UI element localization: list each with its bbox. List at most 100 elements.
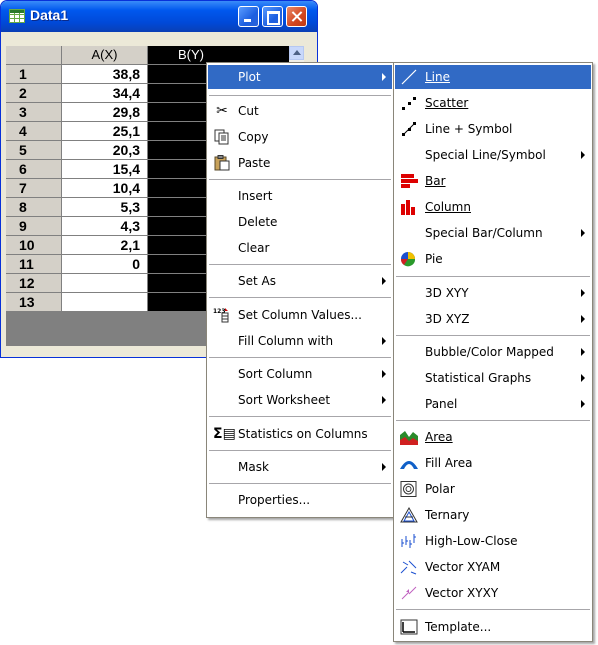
- menu-separator: [209, 416, 391, 417]
- menu-separator: [209, 450, 391, 451]
- submenu-arrow-icon: [581, 400, 585, 408]
- menu-item-line-symbol[interactable]: Line + Symbol: [395, 117, 591, 141]
- menu-item-label: Fill Column with: [238, 334, 334, 348]
- menu-item-paste[interactable]: Paste: [208, 151, 392, 175]
- cell-a[interactable]: 10,4: [62, 179, 148, 198]
- title-bar[interactable]: Data1: [1, 1, 317, 32]
- column-header-a[interactable]: A(X): [62, 46, 148, 65]
- corner-header[interactable]: [6, 46, 62, 65]
- menu-item-mask[interactable]: Mask: [208, 455, 392, 479]
- menu-item-delete[interactable]: Delete: [208, 210, 392, 234]
- cell-a[interactable]: 15,4: [62, 160, 148, 179]
- menu-item-high-low-close[interactable]: High-Low-Close: [395, 529, 591, 553]
- menu-item-special-line-symbol[interactable]: Special Line/Symbol: [395, 143, 591, 167]
- submenu-arrow-icon: [382, 463, 386, 471]
- menu-item-cut[interactable]: ✂ Cut: [208, 99, 392, 123]
- menu-item-panel[interactable]: Panel: [395, 392, 591, 416]
- submenu-arrow-icon: [382, 370, 386, 378]
- menu-item-properties[interactable]: Properties...: [208, 488, 392, 512]
- cell-a[interactable]: 29,8: [62, 103, 148, 122]
- cell-a[interactable]: 5,3: [62, 198, 148, 217]
- menu-item-label: Clear: [238, 241, 270, 255]
- row-header[interactable]: 6: [6, 160, 62, 179]
- menu-item-label: Fill Area: [425, 456, 473, 470]
- menu-item-label: Column: [425, 200, 471, 214]
- menu-item-label: Special Line/Symbol: [425, 148, 546, 162]
- column-chart-icon: [400, 199, 418, 215]
- menu-item-vector-xyam[interactable]: Vector XYAM: [395, 555, 591, 579]
- menu-item-fill-column-with[interactable]: Fill Column with: [208, 329, 392, 353]
- row-header[interactable]: 5: [6, 141, 62, 160]
- row-header[interactable]: 9: [6, 217, 62, 236]
- menu-separator: [396, 609, 590, 610]
- menu-item-scatter[interactable]: Scatter: [395, 91, 591, 115]
- menu-item-statistical-graphs[interactable]: Statistical Graphs: [395, 366, 591, 390]
- row-header[interactable]: 12: [6, 274, 62, 293]
- cell-a[interactable]: 34,4: [62, 84, 148, 103]
- menu-item-vector-xyxy[interactable]: Vector XYXY: [395, 581, 591, 605]
- scroll-up-arrow-icon[interactable]: [289, 46, 304, 60]
- menu-item-label: Sort Column: [238, 367, 313, 381]
- menu-item-3d-xyz[interactable]: 3D XYZ: [395, 307, 591, 331]
- submenu-arrow-icon: [581, 348, 585, 356]
- close-button[interactable]: [286, 6, 307, 27]
- menu-item-set-column-values[interactable]: 123 Set Column Values...: [208, 303, 392, 327]
- menu-separator: [396, 276, 590, 277]
- clipboard-icon: [213, 155, 231, 171]
- menu-item-set-as[interactable]: Set As: [208, 269, 392, 293]
- row-header[interactable]: 4: [6, 122, 62, 141]
- menu-item-label: Special Bar/Column: [425, 226, 543, 240]
- cell-a[interactable]: 38,8: [62, 65, 148, 84]
- row-header[interactable]: 13: [6, 293, 62, 312]
- menu-item-area[interactable]: Area: [395, 425, 591, 449]
- menu-item-statistics-on-columns[interactable]: Σ▤ Statistics on Columns: [208, 422, 392, 446]
- cell-a[interactable]: [62, 293, 148, 312]
- cell-a[interactable]: 4,3: [62, 217, 148, 236]
- cell-a[interactable]: 2,1: [62, 236, 148, 255]
- menu-item-copy[interactable]: Copy: [208, 125, 392, 149]
- row-header[interactable]: 11: [6, 255, 62, 274]
- submenu-arrow-icon: [581, 151, 585, 159]
- fill-area-icon: [400, 455, 418, 471]
- menu-item-label: Properties...: [238, 493, 311, 507]
- template-icon: [400, 619, 418, 635]
- menu-item-ternary[interactable]: Ternary: [395, 503, 591, 527]
- menu-item-label: Ternary: [425, 508, 470, 522]
- menu-item-plot[interactable]: Plot: [208, 65, 392, 89]
- menu-item-fill-area[interactable]: Fill Area: [395, 451, 591, 475]
- menu-item-clear[interactable]: Clear: [208, 236, 392, 260]
- row-header[interactable]: 1: [6, 65, 62, 84]
- menu-item-3d-xyy[interactable]: 3D XYY: [395, 281, 591, 305]
- menu-separator: [396, 420, 590, 421]
- menu-item-polar[interactable]: Polar: [395, 477, 591, 501]
- menu-item-column[interactable]: Column: [395, 195, 591, 219]
- row-header[interactable]: 3: [6, 103, 62, 122]
- menu-item-label: Line + Symbol: [425, 122, 513, 136]
- minimize-button[interactable]: [238, 6, 259, 27]
- menu-item-insert[interactable]: Insert: [208, 184, 392, 208]
- menu-item-template[interactable]: Template...: [395, 615, 591, 639]
- row-header[interactable]: 10: [6, 236, 62, 255]
- bar-chart-icon: [400, 173, 418, 189]
- row-header[interactable]: 2: [6, 84, 62, 103]
- menu-item-sort-worksheet[interactable]: Sort Worksheet: [208, 388, 392, 412]
- menu-item-label: High-Low-Close: [425, 534, 518, 548]
- column-context-menu: Plot ✂ Cut Copy Paste Insert Delete Clea…: [206, 62, 394, 518]
- menu-item-bar[interactable]: Bar: [395, 169, 591, 193]
- cell-a[interactable]: 0: [62, 255, 148, 274]
- menu-item-label: Bubble/Color Mapped: [425, 345, 554, 359]
- menu-item-line[interactable]: Line: [395, 65, 591, 89]
- menu-item-bubble-color-mapped[interactable]: Bubble/Color Mapped: [395, 340, 591, 364]
- menu-item-sort-column[interactable]: Sort Column: [208, 362, 392, 386]
- menu-item-label: Delete: [238, 215, 278, 229]
- row-header[interactable]: 7: [6, 179, 62, 198]
- menu-item-special-bar-column[interactable]: Special Bar/Column: [395, 221, 591, 245]
- cell-a[interactable]: 20,3: [62, 141, 148, 160]
- menu-item-label: Sort Worksheet: [238, 393, 331, 407]
- cell-a[interactable]: [62, 274, 148, 293]
- row-header[interactable]: 8: [6, 198, 62, 217]
- menu-item-pie[interactable]: Pie: [395, 247, 591, 271]
- menu-item-label: Vector XYAM: [425, 560, 501, 574]
- cell-a[interactable]: 25,1: [62, 122, 148, 141]
- maximize-button[interactable]: [262, 6, 283, 27]
